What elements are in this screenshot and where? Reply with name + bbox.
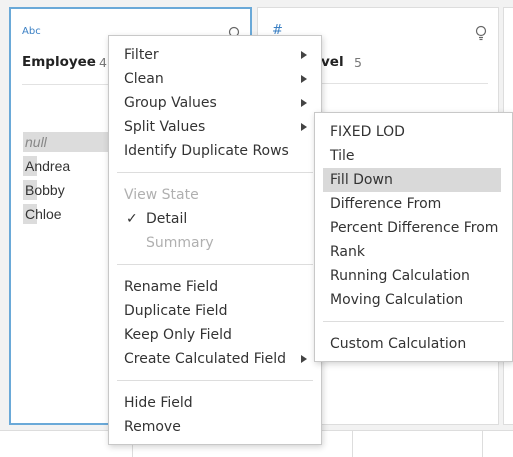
menu-item-duplicate-field[interactable]: Duplicate Field — [109, 299, 321, 323]
menu-item-keep-only-field[interactable]: Keep Only Field — [109, 323, 321, 347]
field-name-employee: Employee — [22, 54, 96, 70]
submenu-item-label: Moving Calculation — [330, 292, 464, 308]
menu-item-identify-duplicate-rows[interactable]: Identify Duplicate Rows — [109, 139, 321, 163]
menu-item-create-calculated-field[interactable]: Create Calculated Field — [109, 347, 321, 371]
triangle-right-icon — [301, 123, 307, 131]
value-label: null — [25, 134, 47, 150]
menu-item-label: Summary — [146, 235, 214, 251]
menu-separator — [323, 321, 504, 322]
menu-item-group-values[interactable]: Group Values — [109, 91, 321, 115]
submenu-item-difference-from[interactable]: Difference From — [315, 192, 512, 216]
menu-item-clean[interactable]: Clean — [109, 67, 321, 91]
submenu-item-fill-down[interactable]: Fill Down — [323, 168, 501, 192]
menu-item-view-detail[interactable]: ✓ Detail — [109, 207, 321, 231]
check-icon: ✓ — [126, 211, 138, 227]
menu-item-label: Duplicate Field — [124, 303, 228, 319]
field-count-level: 5 — [354, 55, 362, 70]
menu-item-label: Detail — [146, 211, 188, 227]
menu-item-label: Split Values — [124, 119, 206, 135]
triangle-right-icon — [301, 75, 307, 83]
column-divider — [352, 430, 353, 457]
string-type-icon: Abc — [22, 26, 41, 37]
submenu-item-label: Custom Calculation — [330, 336, 467, 352]
submenu-item-label: Running Calculation — [330, 268, 470, 284]
submenu-item-label: Tile — [330, 148, 355, 164]
menu-item-label: Remove — [124, 419, 181, 435]
menu-item-label: Group Values — [124, 95, 217, 111]
menu-item-remove[interactable]: Remove — [109, 415, 321, 439]
submenu-item-moving-calculation[interactable]: Moving Calculation — [315, 288, 512, 312]
menu-item-label: Filter — [124, 47, 159, 63]
submenu-item-percent-difference-from[interactable]: Percent Difference From — [315, 216, 512, 240]
calculated-field-submenu: FIXED LOD Tile Fill Down Difference From… — [314, 112, 513, 362]
submenu-item-running-calculation[interactable]: Running Calculation — [315, 264, 512, 288]
submenu-item-custom-calculation[interactable]: Custom Calculation — [315, 332, 512, 356]
menu-item-hide-field[interactable]: Hide Field — [109, 391, 321, 415]
menu-header-view-state: View State — [109, 183, 321, 207]
submenu-item-tile[interactable]: Tile — [315, 144, 512, 168]
menu-item-view-summary: Summary — [109, 231, 321, 255]
menu-item-label: Identify Duplicate Rows — [124, 143, 289, 159]
submenu-item-label: Fill Down — [330, 172, 393, 188]
submenu-item-rank[interactable]: Rank — [315, 240, 512, 264]
menu-item-label: View State — [124, 187, 199, 203]
field-context-menu: Filter Clean Group Values Split Values I… — [108, 35, 322, 445]
submenu-item-label: Percent Difference From — [330, 220, 499, 236]
value-label: Chloe — [25, 206, 62, 222]
menu-separator — [117, 380, 313, 381]
submenu-item-label: FIXED LOD — [330, 124, 405, 140]
menu-item-label: Hide Field — [124, 395, 193, 411]
value-label: Bobby — [25, 182, 65, 198]
menu-item-label: Rename Field — [124, 279, 219, 295]
profile-pane: Abc Employee 4 null Andrea Bobby Chloe #… — [0, 0, 513, 457]
field-name-level: vel — [321, 54, 344, 70]
value-label: Andrea — [25, 158, 71, 174]
menu-item-rename-field[interactable]: Rename Field — [109, 275, 321, 299]
menu-item-split-values[interactable]: Split Values — [109, 115, 321, 139]
column-divider — [482, 430, 483, 457]
submenu-item-label: Difference From — [330, 196, 442, 212]
menu-separator — [117, 172, 313, 173]
submenu-item-fixed-lod[interactable]: FIXED LOD — [315, 120, 512, 144]
lightbulb-icon[interactable] — [474, 25, 488, 41]
triangle-right-icon — [301, 355, 307, 363]
menu-item-label: Keep Only Field — [124, 327, 232, 343]
menu-item-label: Create Calculated Field — [124, 351, 287, 367]
triangle-right-icon — [301, 51, 307, 59]
menu-item-label: Clean — [124, 71, 164, 87]
menu-separator — [117, 264, 313, 265]
field-count-employee: 4 — [99, 55, 107, 70]
triangle-right-icon — [301, 99, 307, 107]
menu-item-filter[interactable]: Filter — [109, 43, 321, 67]
submenu-item-label: Rank — [330, 244, 365, 260]
